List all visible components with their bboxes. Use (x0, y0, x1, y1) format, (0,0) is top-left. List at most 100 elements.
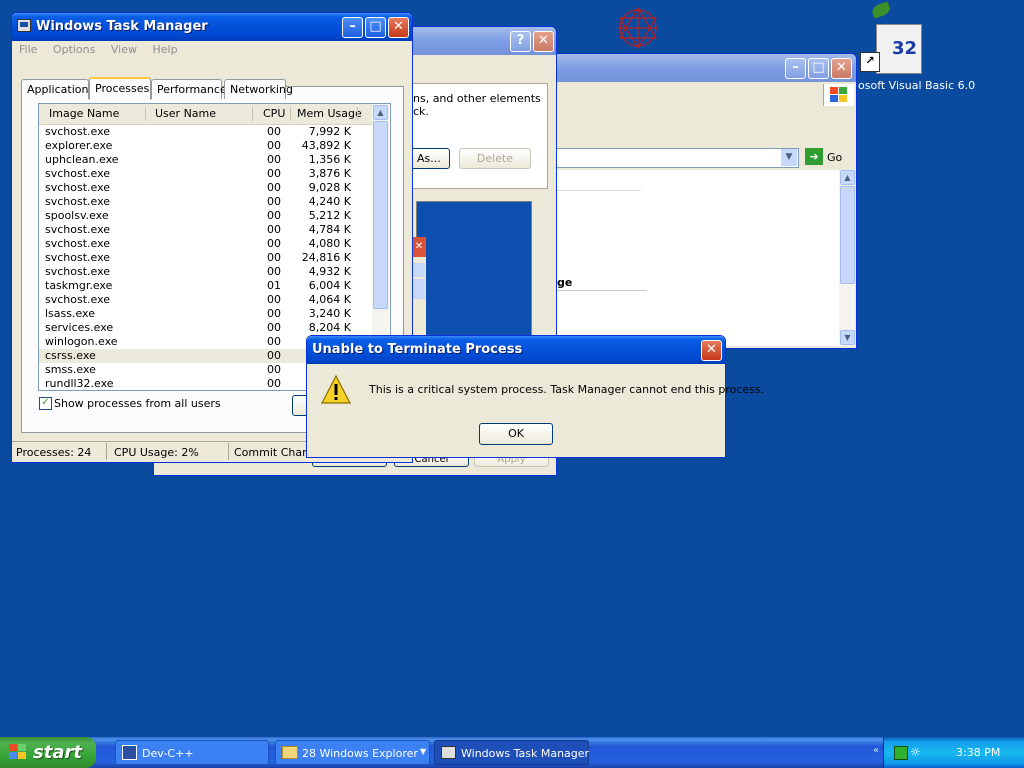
process-cpu: 00 (267, 335, 281, 348)
process-row[interactable]: svchost.exe 00 4,064 K (39, 293, 371, 307)
scroll-down-arrow-icon[interactable]: ▼ (840, 330, 855, 345)
process-mem-usage: 24,816 K (301, 251, 351, 264)
process-mem-usage: 8,204 K (308, 321, 351, 334)
process-row[interactable]: taskmgr.exe 01 6,004 K (39, 279, 371, 293)
windows-logo-icon (823, 84, 854, 106)
address-dropdown-button[interactable]: ▼ (781, 149, 797, 166)
address-bar[interactable] (555, 148, 799, 168)
taskbar-item-explorer[interactable]: 28 Windows Explorer ▼ (275, 740, 430, 765)
explorer-content (555, 170, 839, 346)
column-user-name[interactable]: User Name (155, 107, 216, 120)
delete-button[interactable]: Delete (459, 148, 531, 169)
process-image-name: uphclean.exe (45, 153, 119, 166)
go-arrow-icon[interactable]: ➜ (805, 148, 823, 165)
folder-icon (282, 746, 298, 759)
process-cpu: 00 (267, 265, 281, 278)
start-button[interactable]: start (0, 737, 96, 768)
taskmanager-icon (441, 746, 456, 759)
process-row[interactable]: services.exe 00 8,204 K (39, 321, 371, 335)
menu-options[interactable]: Options (53, 43, 95, 56)
column-divider (357, 107, 358, 121)
start-label: start (33, 742, 82, 763)
group-dropdown-icon[interactable]: ▼ (420, 747, 426, 756)
tray-app-icon[interactable] (894, 746, 908, 760)
process-cpu: 00 (267, 153, 281, 166)
menu-file[interactable]: File (19, 43, 37, 56)
taskbar-item-task-manager[interactable]: Windows Task Manager (434, 740, 589, 765)
process-image-name: csrss.exe (45, 349, 96, 362)
minimize-button[interactable]: – (785, 58, 806, 79)
error-dialog[interactable]: Unable to Terminate Process ✕ This is a … (306, 335, 764, 458)
process-row[interactable]: svchost.exe 00 4,932 K (39, 265, 371, 279)
taskbar-item-devcpp[interactable]: Dev-C++ (115, 740, 269, 765)
tray-expand-icon[interactable]: « (873, 745, 879, 756)
process-row[interactable]: svchost.exe 00 24,816 K (39, 251, 371, 265)
process-row[interactable]: svchost.exe 00 4,240 K (39, 195, 371, 209)
process-cpu: 00 (267, 321, 281, 334)
vb-leaf-icon (870, 1, 892, 19)
scroll-thumb[interactable] (373, 121, 388, 309)
task-manager-app-icon (17, 19, 31, 32)
system-tray: ☼ 3:38 PM (883, 737, 1024, 768)
menu-view[interactable]: View (111, 43, 137, 56)
show-all-label[interactable]: Show processes from all users (54, 397, 221, 410)
clock[interactable]: 3:38 PM (956, 746, 1000, 759)
scroll-up-arrow-icon[interactable]: ▲ (840, 170, 855, 185)
process-mem-usage: 4,932 K (308, 265, 351, 278)
show-all-checkbox[interactable]: ✓ (39, 397, 52, 410)
process-row[interactable]: explorer.exe 00 43,892 K (39, 139, 371, 153)
process-row[interactable]: spoolsv.exe 00 5,212 K (39, 209, 371, 223)
process-cpu: 00 (267, 139, 281, 152)
process-row[interactable]: uphclean.exe 00 1,356 K (39, 153, 371, 167)
menu-bar: File Options View Help (19, 43, 190, 56)
close-button[interactable]: ✕ (388, 17, 409, 38)
process-row[interactable]: lsass.exe 00 3,240 K (39, 307, 371, 321)
process-row[interactable]: svchost.exe 00 3,876 K (39, 167, 371, 181)
process-cpu: 00 (267, 251, 281, 264)
ok-button[interactable]: OK (479, 423, 553, 445)
error-message: This is a critical system process. Task … (369, 383, 765, 396)
tab-processes[interactable]: Processes (89, 77, 151, 100)
vb-badge: 32 (892, 38, 918, 59)
process-image-name: explorer.exe (45, 139, 113, 152)
taskbar: start Dev-C++ 28 Windows Explorer ▼ Wind… (0, 737, 1024, 768)
process-image-name: svchost.exe (45, 167, 111, 180)
process-cpu: 00 (267, 349, 281, 362)
menu-help[interactable]: Help (152, 43, 177, 56)
process-row[interactable]: svchost.exe 00 4,784 K (39, 223, 371, 237)
maximize-button[interactable]: □ (365, 17, 386, 38)
process-row[interactable]: svchost.exe 00 9,028 K (39, 181, 371, 195)
column-mem-usage[interactable]: Mem Usage (297, 107, 362, 120)
help-button[interactable]: ? (510, 31, 531, 52)
process-mem-usage: 4,240 K (308, 195, 351, 208)
explorer-window[interactable]: – □ ✕ ▼ ➜ Go ge ▲ ▼ (552, 53, 857, 349)
explorer-scrollbar[interactable]: ▲ ▼ (839, 170, 855, 346)
tab-performance[interactable]: Performance (151, 79, 227, 99)
close-button[interactable]: ✕ (701, 340, 722, 361)
tab-networking[interactable]: Networking (224, 79, 293, 99)
desktop-icon-visual-basic[interactable]: 32 ↗ (858, 1, 928, 80)
process-row[interactable]: svchost.exe 00 4,080 K (39, 237, 371, 251)
close-button[interactable]: ✕ (831, 58, 852, 79)
column-image-name[interactable]: Image Name (49, 107, 119, 120)
process-cpu: 00 (267, 195, 281, 208)
network-icon[interactable]: ☼ (910, 745, 924, 759)
preview-mini-window: ✕ (412, 237, 426, 349)
process-mem-usage: 5,212 K (308, 209, 351, 222)
process-row[interactable]: svchost.exe 00 7,992 K (39, 125, 371, 139)
status-processes: Processes: 24 (16, 446, 92, 459)
column-cpu[interactable]: CPU (263, 107, 285, 120)
go-button-label[interactable]: Go (827, 151, 842, 164)
close-button[interactable]: ✕ (533, 31, 554, 52)
desktop-icon-label: osoft Visual Basic 6.0 (858, 79, 976, 92)
maximize-button[interactable]: □ (808, 58, 829, 79)
scroll-thumb[interactable] (840, 186, 855, 284)
divider (557, 290, 647, 291)
process-image-name: lsass.exe (45, 307, 95, 320)
minimize-button[interactable]: – (342, 17, 363, 38)
tab-applications[interactable]: Applications (21, 79, 94, 99)
desktop-background-art (604, 4, 672, 52)
scroll-up-arrow-icon[interactable]: ▲ (373, 105, 388, 120)
status-divider (106, 443, 107, 460)
preview-area (416, 201, 532, 351)
